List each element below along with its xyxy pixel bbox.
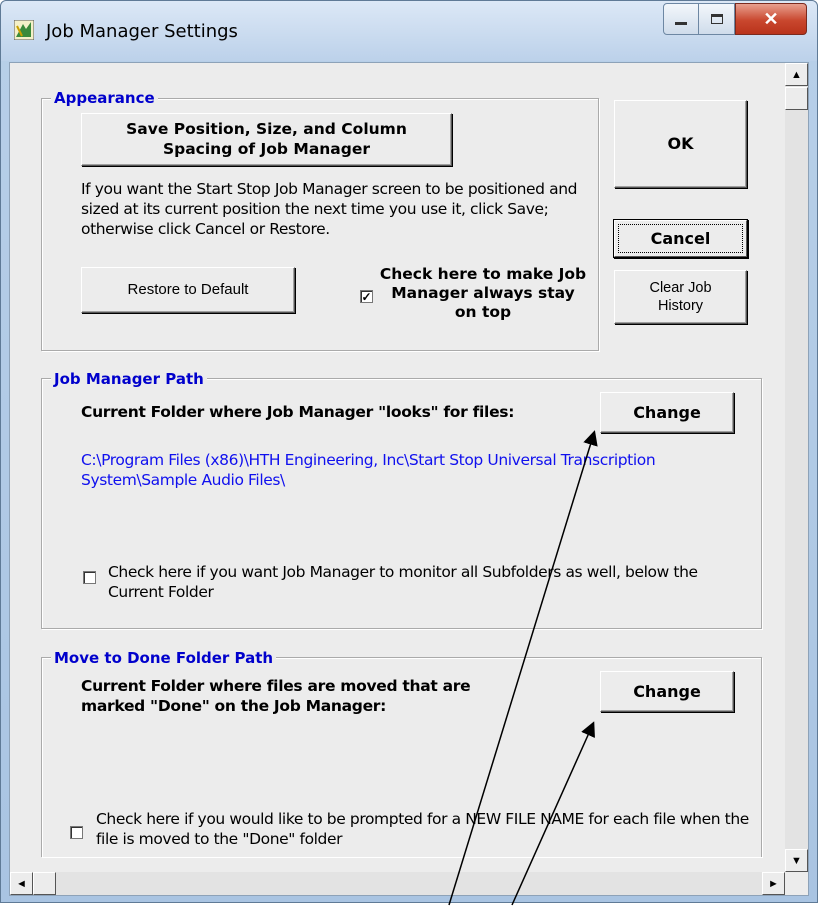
annotation-arrows [448, 430, 598, 906]
annotation-arrow-to-done-change [511, 721, 595, 906]
annotation-arrow-to-path-change [448, 430, 598, 906]
